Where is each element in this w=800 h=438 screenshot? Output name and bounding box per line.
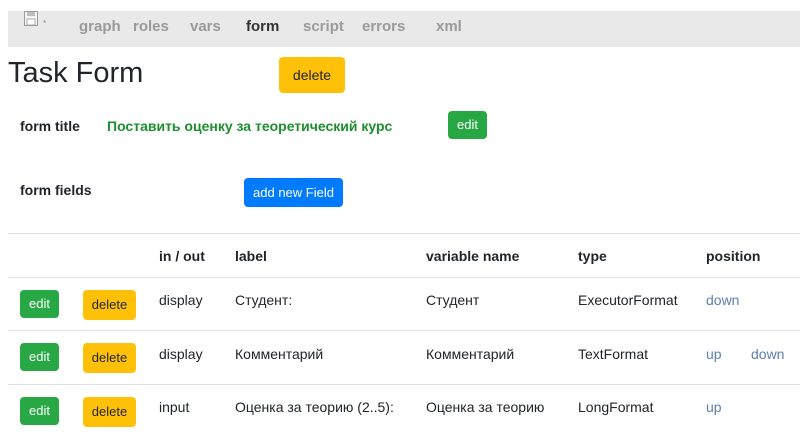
row-2-delete-button[interactable]: delete (83, 343, 136, 373)
row-3-label: Оценка за теорию (2..5): (235, 399, 394, 415)
tab-roles[interactable]: roles (133, 18, 169, 36)
form-title-value: Поставить оценку за теоретический курс (107, 118, 393, 134)
form-title-label: form title (20, 118, 80, 134)
row-1-type: ExecutorFormat (578, 292, 678, 308)
tab-graph[interactable]: graph (79, 18, 121, 36)
tab-xml[interactable]: xml (436, 18, 462, 36)
row-divider (8, 384, 800, 385)
column-header-variable-name: variable name (426, 248, 520, 264)
row-3-inout: input (159, 399, 190, 415)
tab-script[interactable]: script (303, 18, 344, 36)
row-1-variable: Студент (426, 292, 480, 308)
column-header-label: label (235, 248, 267, 264)
edit-form-title-button[interactable]: edit (448, 111, 487, 139)
row-2-down-link[interactable]: down (751, 346, 784, 363)
table-top-border (8, 233, 800, 234)
tab-form[interactable]: form (246, 18, 279, 36)
add-new-field-button[interactable]: add new Field (244, 178, 343, 207)
row-2-edit-button[interactable]: edit (20, 343, 59, 371)
form-fields-label: form fields (20, 182, 92, 198)
row-2-variable: Комментарий (426, 346, 515, 362)
row-1-edit-button[interactable]: edit (20, 290, 59, 318)
row-2-type: TextFormat (578, 346, 649, 362)
floppy-disk-icon[interactable] (24, 11, 38, 26)
tab-vars[interactable]: vars (190, 18, 221, 36)
table-header-border (8, 277, 800, 278)
row-1-delete-button[interactable]: delete (83, 290, 136, 320)
row-1-down-link[interactable]: down (706, 292, 739, 309)
row-3-edit-button[interactable]: edit (20, 397, 59, 425)
row-divider (8, 330, 800, 331)
row-2-up-link[interactable]: up (706, 346, 722, 363)
tab-errors[interactable]: errors (362, 18, 405, 36)
row-2-inout: display (159, 346, 203, 362)
column-header-position: position (706, 248, 761, 264)
row-1-label: Студент: (235, 292, 293, 308)
column-header-inout: in / out (159, 248, 205, 264)
unsaved-marker: * (43, 19, 47, 28)
row-3-variable: Оценка за теорию (426, 399, 545, 415)
row-3-up-link[interactable]: up (706, 399, 722, 416)
row-3-delete-button[interactable]: delete (83, 397, 136, 427)
row-1-inout: display (159, 292, 203, 308)
row-3-type: LongFormat (578, 399, 654, 415)
delete-form-button[interactable]: delete (279, 57, 345, 93)
column-header-type: type (578, 248, 607, 264)
row-2-label: Комментарий (235, 346, 324, 362)
page-title: Task Form (8, 57, 144, 89)
